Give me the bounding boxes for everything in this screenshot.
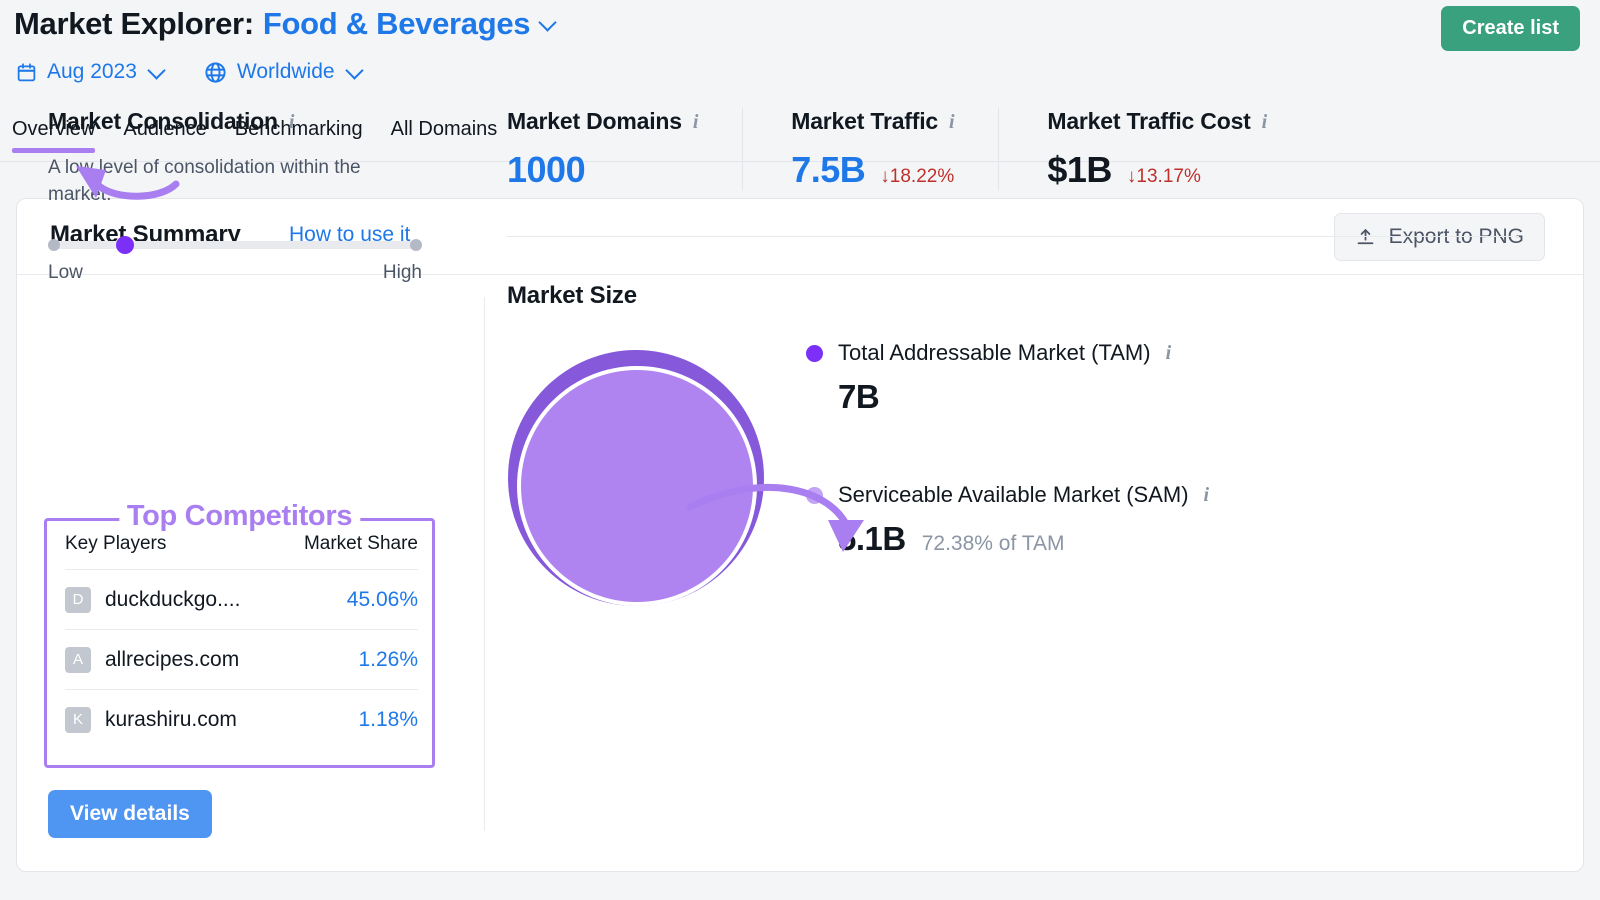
market-consolidation-panel: Market Consolidation i A low level of co… <box>48 108 438 284</box>
legend-sub-sam: 72.38% of TAM <box>922 532 1065 556</box>
market-consolidation-description: A low level of consolidation within the … <box>48 155 414 209</box>
top-competitors-annotation-label: Top Competitors <box>119 500 360 533</box>
metric-market-traffic-cost: Market Traffic Cost i $1B ↓13.17% <box>998 108 1311 191</box>
page-title: Market Explorer: Food & Beverages <box>14 6 554 42</box>
market-category-selector[interactable]: Food & Beverages <box>263 6 530 42</box>
row-domain-cell: A allrecipes.com <box>65 647 239 673</box>
market-share-value: 45.06% <box>347 588 418 612</box>
info-icon[interactable]: i <box>1204 485 1210 505</box>
info-icon[interactable]: i <box>949 112 954 132</box>
legend-item-sam: Serviceable Available Market (SAM) i 5.1… <box>806 482 1366 558</box>
metric-label-text: Market Traffic <box>791 108 938 135</box>
location-filter[interactable]: Worldwide <box>204 60 360 84</box>
filter-bar: Aug 2023 Worldwide <box>16 60 360 84</box>
metric-delta-badge: ↓18.22% <box>880 166 954 188</box>
legend-label-tam: Total Addressable Market (TAM) <box>838 340 1151 366</box>
legend-value-row: 5.1B 72.38% of TAM <box>838 520 1366 558</box>
metric-value: 1000 <box>507 149 585 191</box>
page-title-prefix: Market Explorer: <box>14 6 254 42</box>
slider-label-low: Low <box>48 262 83 284</box>
metric-label-text: Market Traffic Cost <box>1047 108 1250 135</box>
export-to-png-label: Export to PNG <box>1389 225 1524 249</box>
upload-icon <box>1355 227 1376 248</box>
bubble-sam <box>517 366 757 606</box>
calendar-icon <box>16 62 37 83</box>
favicon-icon: A <box>65 647 91 673</box>
favicon-icon: K <box>65 707 91 733</box>
metric-label-text: Market Domains <box>507 108 682 135</box>
top-competitors-annotation-box: Top Competitors Key Players Market Share… <box>44 518 435 768</box>
view-details-button[interactable]: View details <box>48 790 212 838</box>
legend-item-tam: Total Addressable Market (TAM) i 7B <box>806 340 1366 416</box>
legend-dot-tam-icon <box>806 345 823 362</box>
domain-name[interactable]: kurashiru.com <box>105 708 237 732</box>
market-share-value: 1.18% <box>358 708 418 732</box>
app-root: Market Explorer: Food & Beverages Aug 20… <box>0 0 1600 900</box>
slider-knob <box>116 236 134 254</box>
metric-label: Market Domains i <box>507 108 698 135</box>
market-consolidation-title: Market Consolidation i <box>48 108 438 135</box>
info-icon[interactable]: i <box>693 112 698 132</box>
slider-label-high: High <box>383 262 422 284</box>
favicon-icon: D <box>65 587 91 613</box>
create-list-button[interactable]: Create list <box>1441 6 1580 51</box>
metric-delta-badge: ↓13.17% <box>1127 166 1201 188</box>
legend-row: Serviceable Available Market (SAM) i <box>806 482 1366 508</box>
row-domain-cell: K kurashiru.com <box>65 707 237 733</box>
metric-value: $1B <box>1047 149 1112 191</box>
legend-value-sam: 5.1B <box>838 520 906 558</box>
slider-scale-labels: Low High <box>48 262 422 284</box>
column-header-key-players: Key Players <box>65 533 166 555</box>
slider-endpoint-low <box>48 239 60 251</box>
metric-value: 7.5B <box>791 149 865 191</box>
export-to-png-button[interactable]: Export to PNG <box>1334 213 1545 261</box>
table-row[interactable]: A allrecipes.com 1.26% <box>65 629 418 689</box>
top-competitors-table: Key Players Market Share D duckduckgo...… <box>65 533 418 749</box>
location-filter-label: Worldwide <box>237 60 335 84</box>
metric-value-row: 7.5B ↓18.22% <box>791 149 954 191</box>
table-row[interactable]: K kurashiru.com 1.18% <box>65 689 418 749</box>
table-header: Key Players Market Share <box>65 533 418 569</box>
domain-name[interactable]: duckduckgo.... <box>105 588 240 612</box>
globe-icon <box>204 61 227 84</box>
legend-label-sam: Serviceable Available Market (SAM) <box>838 482 1189 508</box>
column-divider <box>484 297 485 831</box>
legend-row: Total Addressable Market (TAM) i <box>806 340 1366 366</box>
market-size-legend: Total Addressable Market (TAM) i 7B Serv… <box>806 340 1366 558</box>
chevron-down-icon <box>348 64 360 76</box>
metrics-row: Market Domains i 1000 Market Traffic i 7… <box>507 108 1311 191</box>
market-consolidation-label: Market Consolidation <box>48 108 278 135</box>
domain-name[interactable]: allrecipes.com <box>105 648 239 672</box>
metric-label: Market Traffic Cost i <box>1047 108 1267 135</box>
slider-endpoint-high <box>410 239 422 251</box>
legend-value-row: 7B <box>838 378 1366 416</box>
metric-market-domains: Market Domains i 1000 <box>507 108 742 191</box>
chevron-down-icon <box>150 64 162 76</box>
info-icon[interactable]: i <box>1262 112 1267 132</box>
metric-label: Market Traffic i <box>791 108 954 135</box>
info-icon[interactable]: i <box>289 112 294 132</box>
row-domain-cell: D duckduckgo.... <box>65 587 240 613</box>
market-share-value: 1.26% <box>358 648 418 672</box>
table-row[interactable]: D duckduckgo.... 45.06% <box>65 569 418 629</box>
date-filter[interactable]: Aug 2023 <box>16 60 162 84</box>
legend-value-tam: 7B <box>838 378 879 416</box>
consolidation-slider <box>48 237 422 253</box>
slider-track <box>48 241 422 249</box>
metric-value-row: $1B ↓13.17% <box>1047 149 1267 191</box>
metrics-divider <box>507 236 1519 237</box>
legend-dot-sam-icon <box>806 487 823 504</box>
info-icon[interactable]: i <box>1166 343 1172 363</box>
market-size-bubble-chart <box>492 334 782 604</box>
metric-value-row: 1000 <box>507 149 698 191</box>
metric-market-traffic: Market Traffic i 7.5B ↓18.22% <box>742 108 998 191</box>
column-header-market-share: Market Share <box>304 533 418 555</box>
chevron-down-icon[interactable] <box>541 13 554 35</box>
date-filter-label: Aug 2023 <box>47 60 137 84</box>
market-size-title: Market Size <box>507 282 637 310</box>
